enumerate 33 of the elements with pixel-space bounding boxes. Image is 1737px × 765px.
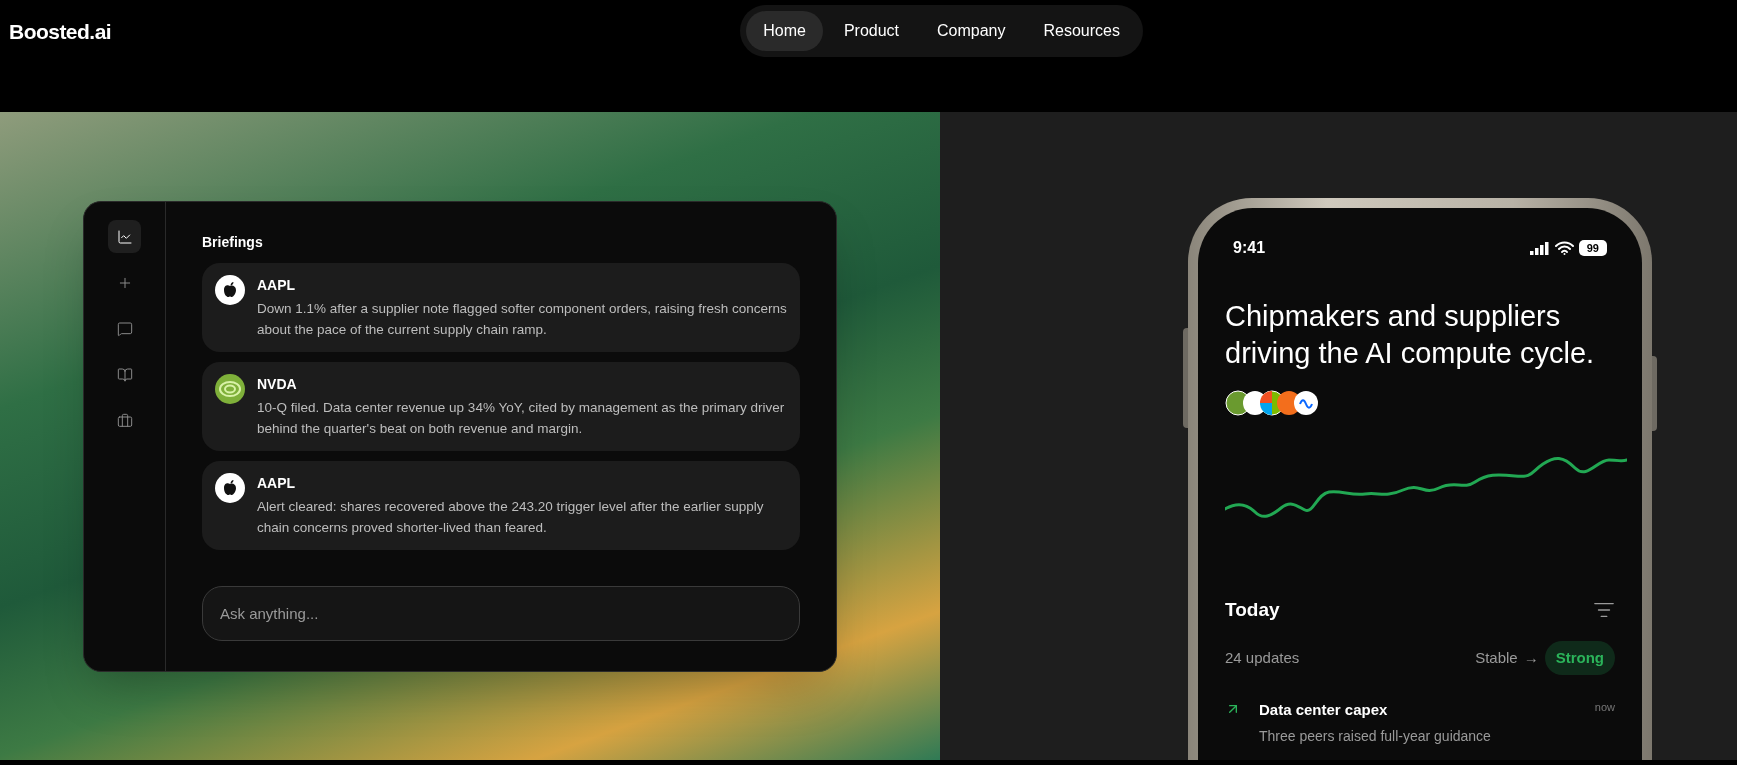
briefing-text: Alert cleared: shares recovered above the 243.20 trigger level after the earlier supply chain concerns proved shorter-lived than feared. [257,498,765,537]
chart-icon[interactable] [108,220,141,253]
status-pill: Strong [1544,640,1615,675]
signal-icon [1529,241,1550,255]
briefing-text: 10-Q filed. Data center revenue up 34% YoY, cited by management as the primary driver behind the quarter's beat on both revenue and margin. [257,399,786,438]
trend-from: Stable [1475,647,1518,668]
battery-indicator: 99 [1578,240,1607,256]
nav-link[interactable]: Company [920,11,1023,51]
input-field[interactable]: Ask anything... [202,586,800,641]
status-time: 9:41 [1233,238,1266,258]
wifi-icon [1554,241,1574,255]
swirl-logo-icon [215,374,245,404]
briefing-text: Down 1.1% after a supplier note flagged softer component orders, raising fresh concerns about the pace of the current supply chain ramp. [257,300,787,339]
nav-link[interactable]: Product [826,11,917,51]
briefing-card[interactable]: NVDA 10-Q filed. Data center revenue up 34% YoY, cited by management as the primary driver behind the quarter's beat on both revenue and margin. [202,362,800,451]
section-title: Briefings [202,233,264,252]
briefing-card[interactable]: AAPL Down 1.1% after a supplier note flagged softer component orders, raising fresh concerns about the pace of the current supply chain ramp. [202,263,800,352]
nav-link[interactable]: Resources [1026,11,1137,51]
apple-logo-icon [215,473,245,503]
ticker: AAPL [257,474,297,493]
feed-time: now [1594,700,1615,715]
briefing-card[interactable]: AAPL Alert cleared: shares recovered above the 243.20 trigger level after the earlier supply chain concerns proved shorter-lived than feared. [202,461,800,550]
logo[interactable]: Boosted.ai [9,16,112,48]
ticker: NVDA [257,375,298,394]
updates-count: 24 updates [1225,647,1300,668]
apple-logo-icon [215,275,245,305]
section-title: Today [1225,598,1280,622]
headline: Chipmakers and suppliers driving the AI compute cycle. [1225,299,1596,371]
nav-link[interactable]: Home [746,11,823,51]
ticker: AAPL [257,276,297,295]
feed-subtitle: Three peers raised full-year guidance [1259,726,1492,746]
feed-title: Data center capex [1259,700,1388,720]
arrow-glyph: → [1523,647,1539,668]
